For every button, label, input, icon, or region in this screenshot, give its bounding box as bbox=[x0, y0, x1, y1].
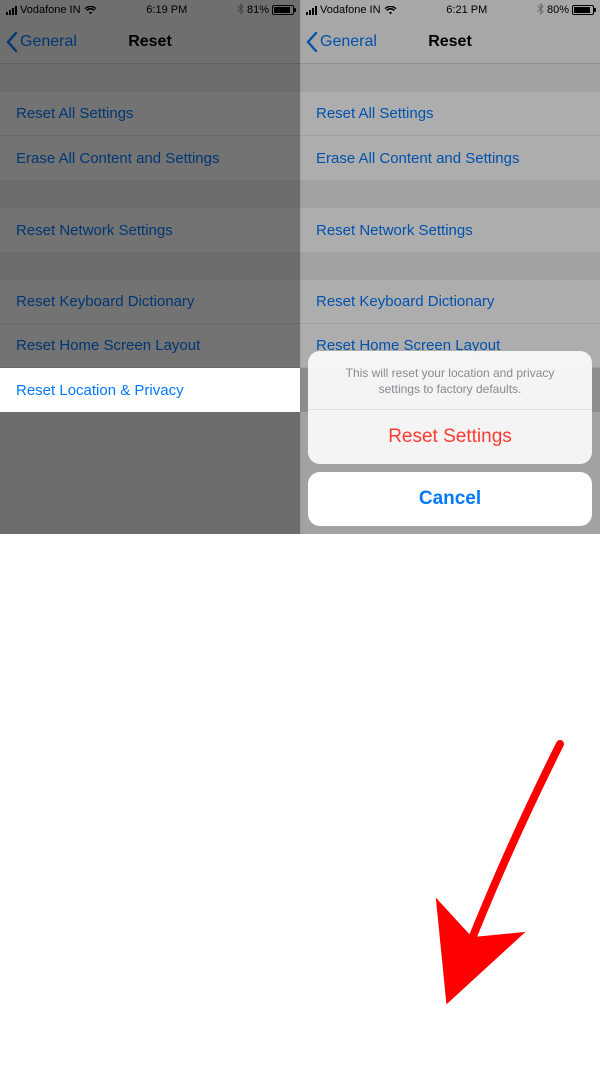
phone-left: Vodafone IN 6:19 PM 81% General Reset bbox=[0, 0, 300, 534]
list-section: Reset Network Settings bbox=[0, 208, 300, 252]
screenshot-divider bbox=[300, 0, 301, 534]
back-button[interactable]: General bbox=[0, 32, 77, 52]
reset-settings-button[interactable]: Reset Settings bbox=[308, 410, 592, 464]
battery-pct-label: 81% bbox=[247, 4, 269, 16]
list-section: Reset All Settings Erase All Content and… bbox=[0, 92, 300, 180]
phone-right: Vodafone IN 6:21 PM 80% General Reset bbox=[300, 0, 600, 534]
button-label: Reset Settings bbox=[388, 426, 512, 448]
cellular-signal-icon bbox=[6, 6, 17, 15]
row-label: Erase All Content and Settings bbox=[16, 150, 219, 167]
row-erase-all-content[interactable]: Erase All Content and Settings bbox=[0, 136, 300, 180]
carrier-label: Vodafone IN bbox=[20, 4, 81, 16]
annotation-arrow-icon bbox=[0, 534, 600, 1068]
bluetooth-icon bbox=[237, 3, 244, 18]
battery-icon bbox=[272, 5, 294, 15]
clock-label: 6:19 PM bbox=[146, 4, 187, 16]
action-sheet: This will reset your location and privac… bbox=[308, 351, 592, 526]
row-reset-all-settings[interactable]: Reset All Settings bbox=[0, 92, 300, 136]
row-label: Reset Home Screen Layout bbox=[16, 337, 200, 354]
action-sheet-message: This will reset your location and privac… bbox=[308, 351, 592, 410]
row-label: Reset Location & Privacy bbox=[16, 382, 184, 399]
row-label: Reset All Settings bbox=[16, 105, 134, 122]
row-reset-keyboard-dictionary[interactable]: Reset Keyboard Dictionary bbox=[0, 280, 300, 324]
row-label: Reset Keyboard Dictionary bbox=[16, 293, 194, 310]
status-bar: Vodafone IN 6:19 PM 81% bbox=[0, 0, 300, 20]
back-label: General bbox=[20, 33, 77, 51]
chevron-left-icon bbox=[6, 32, 18, 52]
row-reset-network-settings[interactable]: Reset Network Settings bbox=[0, 208, 300, 252]
cancel-button[interactable]: Cancel bbox=[308, 472, 592, 526]
row-label: Reset Network Settings bbox=[16, 222, 173, 239]
wifi-icon bbox=[84, 6, 97, 15]
list-section: Reset Keyboard Dictionary Reset Home Scr… bbox=[0, 280, 300, 412]
row-reset-home-screen-layout[interactable]: Reset Home Screen Layout bbox=[0, 324, 300, 368]
action-sheet-group: This will reset your location and privac… bbox=[308, 351, 592, 464]
row-reset-location-privacy[interactable]: Reset Location & Privacy bbox=[0, 368, 300, 412]
nav-bar: General Reset bbox=[0, 20, 300, 64]
button-label: Cancel bbox=[419, 488, 481, 510]
settings-list: Reset All Settings Erase All Content and… bbox=[0, 92, 300, 412]
